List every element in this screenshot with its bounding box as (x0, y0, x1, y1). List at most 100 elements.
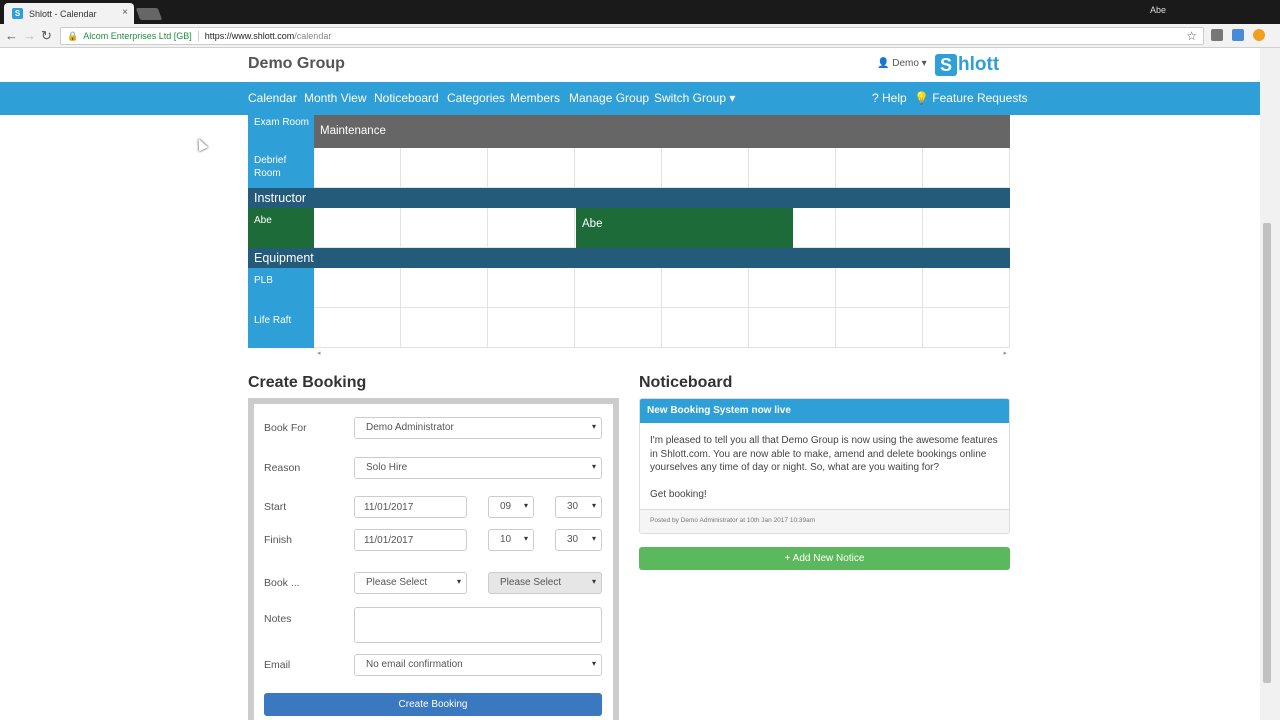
nav-calendar[interactable]: Calendar (248, 91, 297, 105)
time-cell[interactable] (575, 268, 662, 308)
create-booking-title: Create Booking (248, 374, 367, 391)
book-for-value: Demo Administrator (366, 422, 454, 433)
nav-feature-requests[interactable]: 💡 Feature Requests (914, 91, 1028, 105)
start-minute-select[interactable]: 30 ▾ (555, 496, 602, 518)
nav-noticeboard[interactable]: Noticeboard (374, 91, 439, 105)
notes-textarea[interactable] (354, 607, 602, 643)
time-cell[interactable] (836, 308, 923, 348)
nav-month-view[interactable]: Month View (304, 91, 366, 105)
address-bar[interactable]: 🔒 Alcom Enterprises Ltd [GB] https://www… (60, 27, 1204, 45)
time-cell[interactable] (314, 308, 401, 348)
scrollbar-thumb[interactable] (1263, 223, 1271, 683)
add-new-notice-button[interactable]: + Add New Notice (639, 547, 1010, 570)
time-cell[interactable] (401, 208, 488, 248)
time-cell[interactable] (575, 148, 662, 188)
time-cells[interactable] (314, 148, 1010, 188)
time-cell[interactable] (488, 148, 575, 188)
resource-label: Debrief Room (248, 148, 314, 188)
start-date-input[interactable]: 11/01/2017 (354, 496, 467, 518)
reload-icon[interactable]: ↻ (41, 28, 52, 44)
calendar-hscroll[interactable]: ◂ ▸ (314, 348, 1010, 358)
start-hour-value: 09 (500, 501, 512, 512)
forward-icon[interactable]: → (23, 28, 36, 43)
time-cell[interactable] (749, 148, 836, 188)
os-user-name: Abe (1149, 5, 1166, 15)
start-hour-select[interactable]: 09 ▾ (488, 496, 534, 518)
browser-tab[interactable]: S Shlott - Calendar × (4, 3, 134, 24)
chevron-down-icon: ▾ (591, 534, 596, 543)
extension-icon[interactable] (1211, 29, 1223, 41)
new-tab-button[interactable] (135, 8, 163, 20)
book-resource-select[interactable]: Please Select ▾ (488, 572, 602, 594)
time-cell[interactable] (923, 308, 1010, 348)
site-org: Alcom Enterprises Ltd [GB] (83, 31, 199, 41)
time-cell[interactable] (314, 268, 401, 308)
time-cell[interactable] (749, 268, 836, 308)
back-icon[interactable]: ← (5, 28, 18, 43)
time-cell[interactable] (836, 148, 923, 188)
time-cell[interactable] (401, 268, 488, 308)
scroll-left-icon[interactable]: ◂ (317, 349, 321, 357)
book-for-select[interactable]: Demo Administrator ▾ (354, 417, 602, 439)
address-row: ← → ↻ 🔒 Alcom Enterprises Ltd [GB] https… (0, 24, 1280, 48)
bookmark-star-icon[interactable]: ☆ (1186, 29, 1197, 43)
book-resource-value: Please Select (500, 577, 562, 588)
resource-label: Abe (248, 208, 314, 248)
finish-hour-select[interactable]: 10 ▾ (488, 529, 534, 551)
time-cell[interactable] (488, 308, 575, 348)
time-cell[interactable] (923, 208, 1010, 248)
time-cell[interactable] (488, 208, 575, 248)
booking-maintenance[interactable]: Maintenance (314, 115, 1010, 148)
start-minute-value: 30 (567, 501, 579, 512)
nav-members[interactable]: Members (510, 91, 560, 105)
time-cell[interactable] (662, 148, 749, 188)
scroll-right-icon[interactable]: ▸ (1003, 349, 1007, 357)
book-category-value: Please Select (366, 577, 428, 588)
time-cell[interactable] (401, 308, 488, 348)
time-cell[interactable] (662, 268, 749, 308)
reason-label: Reason (264, 462, 301, 474)
create-booking-form: Book For Demo Administrator ▾ Reason Sol… (248, 398, 619, 720)
nav-switch-group[interactable]: Switch Group ▾ (654, 91, 735, 105)
email-select[interactable]: No email confirmation ▾ (354, 654, 602, 676)
resource-label: Exam Room (248, 115, 314, 148)
reason-value: Solo Hire (366, 462, 408, 473)
nav-categories[interactable]: Categories (447, 91, 505, 105)
reason-select[interactable]: Solo Hire ▾ (354, 457, 602, 479)
shlott-logo[interactable]: S hlott (935, 54, 999, 76)
time-cell[interactable] (836, 208, 923, 248)
time-cell[interactable] (401, 148, 488, 188)
page-scrollbar[interactable] (1260, 48, 1280, 720)
resource-row-life-raft: Life Raft (248, 308, 1010, 348)
extension-alert-icon[interactable] (1253, 29, 1265, 41)
finish-label: Finish (264, 534, 293, 546)
time-cells[interactable] (314, 268, 1010, 308)
time-cell[interactable] (836, 268, 923, 308)
booking-abe[interactable]: Abe (576, 208, 793, 248)
nav-help[interactable]: ? Help (872, 91, 907, 105)
book-for-label: Book For (264, 422, 307, 434)
time-cell[interactable] (923, 148, 1010, 188)
notice-card: New Booking System now live I'm pleased … (639, 398, 1010, 534)
nav-manage-group[interactable]: Manage Group (569, 91, 649, 105)
close-tab-icon[interactable]: × (122, 7, 128, 18)
create-booking-button[interactable]: Create Booking (264, 693, 602, 716)
time-cell[interactable] (314, 148, 401, 188)
user-menu[interactable]: 👤 Demo ▾ (877, 58, 927, 69)
book-category-select[interactable]: Please Select ▾ (354, 572, 467, 594)
notice-title: New Booking System now live (640, 399, 1009, 423)
email-value: No email confirmation (366, 659, 463, 670)
time-cell[interactable] (575, 308, 662, 348)
finish-date-input[interactable]: 11/01/2017 (354, 529, 467, 551)
time-cell[interactable] (314, 208, 401, 248)
chevron-down-icon: ▾ (591, 462, 596, 471)
start-label: Start (264, 501, 287, 513)
finish-minute-select[interactable]: 30 ▾ (555, 529, 602, 551)
time-cell[interactable] (488, 268, 575, 308)
time-cells[interactable] (314, 308, 1010, 348)
extension-news-icon[interactable] (1232, 29, 1244, 41)
time-cell[interactable] (923, 268, 1010, 308)
time-cell[interactable] (662, 308, 749, 348)
os-title-bar: S Shlott - Calendar × Abe (0, 0, 1280, 24)
time-cell[interactable] (749, 308, 836, 348)
